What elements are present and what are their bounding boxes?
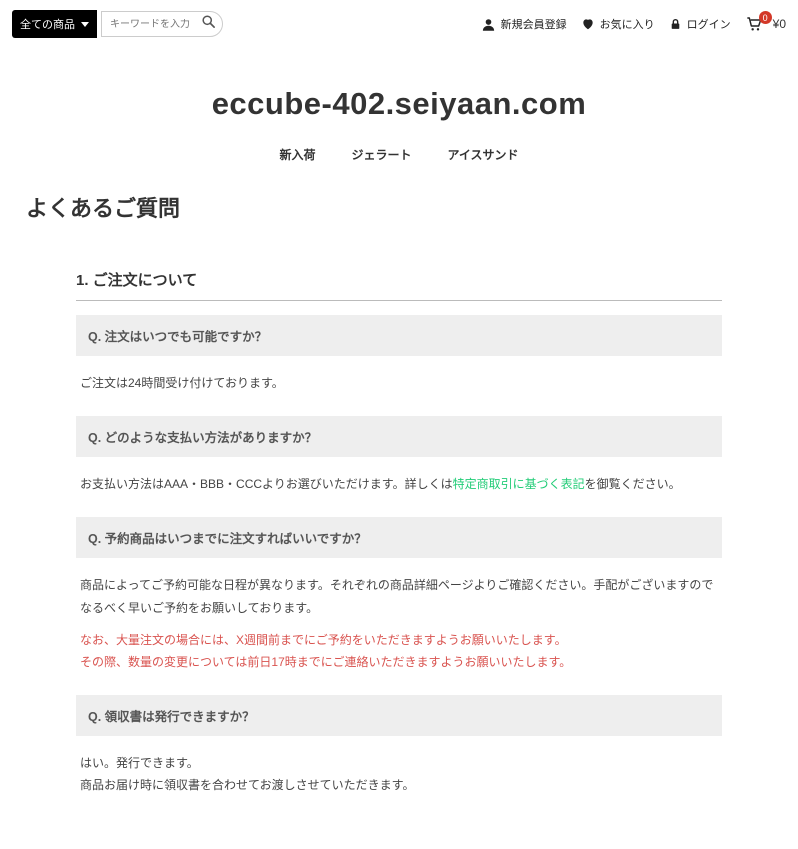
search-icon — [201, 14, 216, 29]
cart-link[interactable]: 0 ¥0 — [745, 16, 786, 32]
favorite-link[interactable]: お気に入り — [581, 16, 655, 32]
faq-question: Q. どのような支払い方法がありますか？ — [76, 416, 722, 457]
faq-question: Q. 予約商品はいつまでに注文すればいいですか？ — [76, 517, 722, 558]
nav-item-new[interactable]: 新入荷 — [279, 146, 315, 163]
tokutei-link[interactable]: 特定商取引に基づく表記 — [453, 477, 585, 491]
register-label: 新規会員登録 — [501, 16, 567, 32]
site-title: eccube-402.seiyaan.com — [0, 86, 798, 122]
search-button[interactable] — [201, 14, 216, 34]
faq-answer: お支払い方法はAAA・BBB・CCCよりお選びいただけます。詳しくは特定商取引に… — [76, 457, 722, 517]
category-label: 全ての商品 — [20, 16, 75, 32]
faq-answer: ご注文は24時間受け付けております。 — [76, 356, 722, 416]
nav-item-icesand[interactable]: アイスサンド — [447, 146, 518, 163]
faq-answer: 商品によってご予約可能な日程が異なります。それぞれの商品詳細ページよりご確認くだ… — [76, 558, 722, 695]
faq-content: 1. ご注文について Q. 注文はいつでも可能ですか？ ご注文は24時間受け付け… — [26, 269, 772, 819]
page: よくあるご質問 1. ご注文について Q. 注文はいつでも可能ですか？ ご注文は… — [0, 191, 798, 849]
search-box — [101, 11, 223, 37]
cart-count-badge: 0 — [759, 11, 772, 24]
cart-total: ¥0 — [773, 17, 786, 31]
header: 全ての商品 新規会員登録 お気に入り ログイン 0 ¥0 — [0, 0, 798, 56]
chevron-down-icon — [81, 22, 89, 27]
page-title: よくあるご質問 — [26, 191, 772, 223]
faq-answer: はい。発行できます。 商品お届け時に領収書を合わせてお渡しさせていただきます。 — [76, 736, 722, 818]
header-nav: 新規会員登録 お気に入り ログイン 0 ¥0 — [481, 16, 786, 32]
category-select[interactable]: 全ての商品 — [12, 10, 97, 38]
search-input[interactable] — [110, 19, 194, 30]
login-link[interactable]: ログイン — [669, 16, 731, 32]
favorite-label: お気に入り — [600, 16, 655, 32]
lock-icon — [669, 17, 682, 31]
heart-icon — [581, 17, 595, 31]
faq-question: Q. 注文はいつでも可能ですか？ — [76, 315, 722, 356]
section-title: 1. ご注文について — [76, 269, 722, 301]
top-nav: 新入荷 ジェラート アイスサンド — [0, 146, 798, 163]
login-label: ログイン — [687, 16, 731, 32]
user-icon — [481, 17, 496, 32]
nav-item-gelato[interactable]: ジェラート — [351, 146, 411, 163]
register-link[interactable]: 新規会員登録 — [481, 16, 567, 32]
faq-question: Q. 領収書は発行できますか？ — [76, 695, 722, 736]
